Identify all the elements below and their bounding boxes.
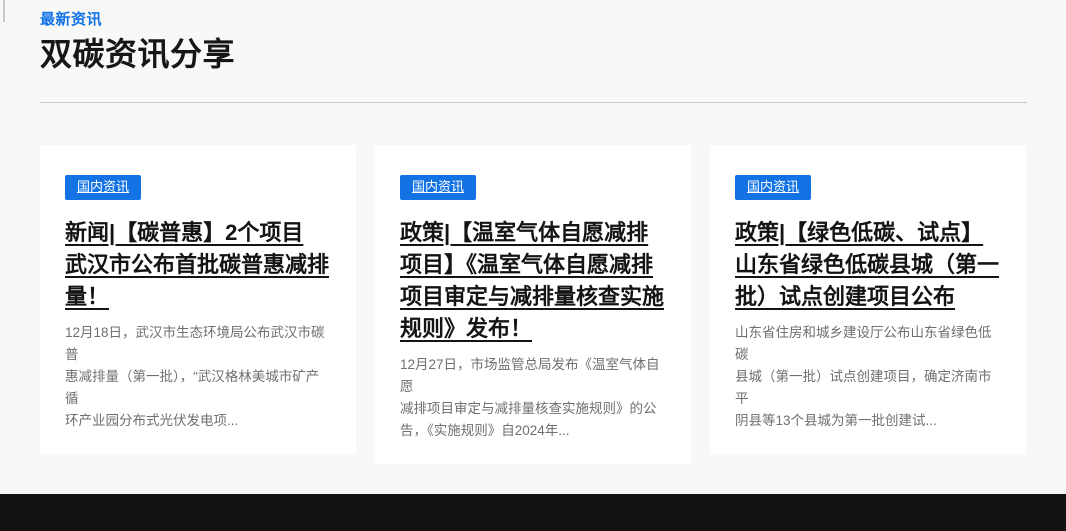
news-section-page: 最新资讯 双碳资讯分享 国内资讯 新闻|【碳普惠】2个项目 武汉市公布首批碳普惠… <box>0 0 1066 531</box>
news-title-link[interactable]: 新闻|【碳普惠】2个项目 武汉市公布首批碳普惠减排 量！ <box>65 217 331 313</box>
section-divider <box>40 102 1027 103</box>
news-card-list: 国内资讯 新闻|【碳普惠】2个项目 武汉市公布首批碳普惠减排 量！ 12月18日… <box>40 145 1027 464</box>
category-badge[interactable]: 国内资讯 <box>65 175 141 200</box>
page-title: 双碳资讯分享 <box>40 35 1027 73</box>
news-card[interactable]: 国内资讯 新闻|【碳普惠】2个项目 武汉市公布首批碳普惠减排 量！ 12月18日… <box>40 145 356 454</box>
section-eyebrow-label: 最新资讯 <box>40 8 1027 29</box>
news-card[interactable]: 国内资讯 政策|【温室气体自愿减排 项目】《温室气体自愿减排 项目审定与减排量核… <box>375 145 691 464</box>
scrollbar-fragment <box>3 0 5 22</box>
category-badge[interactable]: 国内资讯 <box>400 175 476 200</box>
footer-bar <box>0 494 1066 531</box>
category-badge[interactable]: 国内资讯 <box>735 175 811 200</box>
news-title-link[interactable]: 政策|【温室气体自愿减排 项目】《温室气体自愿减排 项目审定与减排量核查实施 规… <box>400 217 666 345</box>
news-card[interactable]: 国内资讯 政策|【绿色低碳、试点】 山东省绿色低碳县城（第一 批）试点创建项目公… <box>710 145 1026 454</box>
news-excerpt: 12月27日，市场监管总局发布《温室气体自愿 减排项目审定与减排量核查实施规则》… <box>400 354 666 442</box>
news-excerpt: 山东省住房和城乡建设厅公布山东省绿色低碳 县城（第一批）试点创建项目，确定济南市… <box>735 322 1001 432</box>
news-excerpt: 12月18日，武汉市生态环境局公布武汉市碳普 惠减排量（第一批），“武汉格林美城… <box>65 322 331 432</box>
news-title-link[interactable]: 政策|【绿色低碳、试点】 山东省绿色低碳县城（第一 批）试点创建项目公布 <box>735 217 1001 313</box>
section-content: 最新资讯 双碳资讯分享 国内资讯 新闻|【碳普惠】2个项目 武汉市公布首批碳普惠… <box>40 8 1027 464</box>
